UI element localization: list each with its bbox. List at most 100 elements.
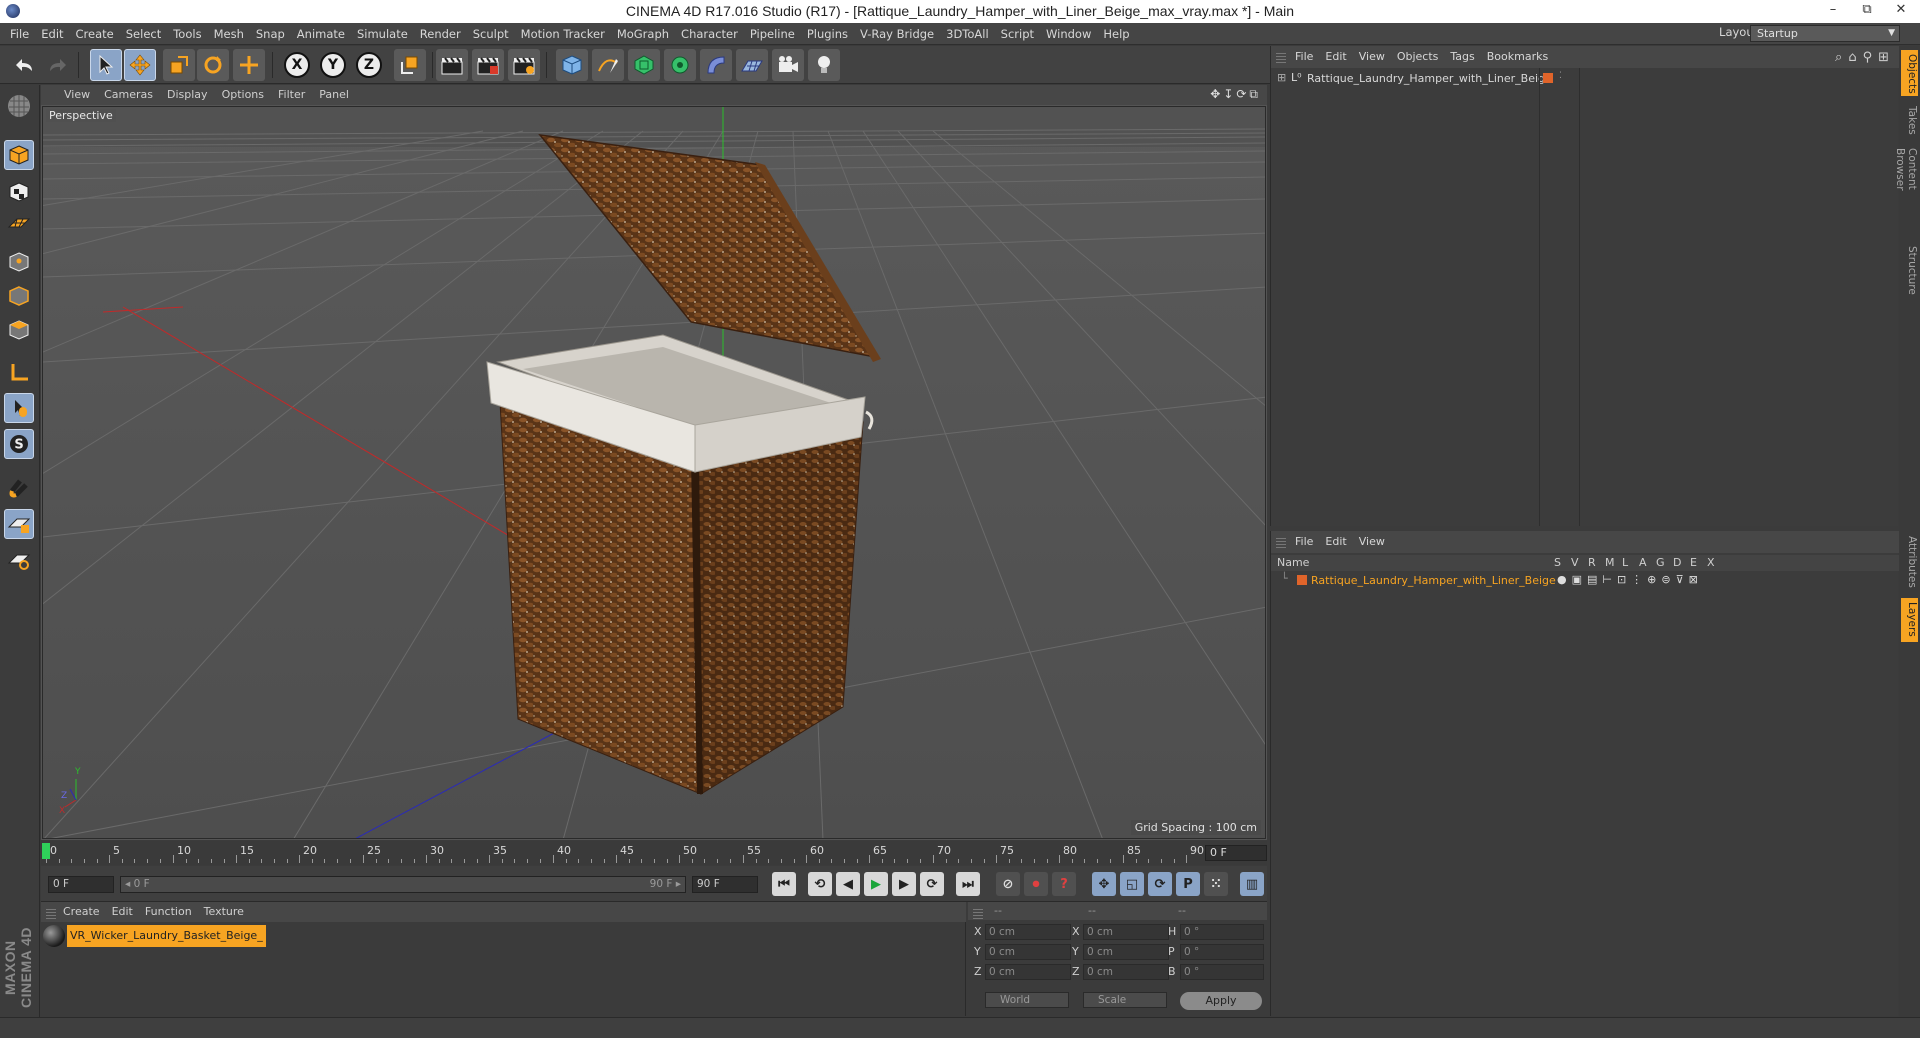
start-frame-field[interactable]: 0 F xyxy=(48,876,114,893)
tab-structure[interactable]: Structure xyxy=(1901,242,1918,298)
y-axis-lock-button[interactable]: Y xyxy=(320,52,346,78)
minimize-button[interactable]: – xyxy=(1816,0,1850,22)
menu-motion-tracker[interactable]: Motion Tracker xyxy=(515,23,611,45)
visibility-dots-icon[interactable]: ⁚ xyxy=(1559,71,1562,81)
size-z-field[interactable]: 0 cm xyxy=(1083,964,1169,980)
tab-layers[interactable]: Layers xyxy=(1901,598,1918,642)
layer-row[interactable]: └ Rattique_Laundry_Hamper_with_Liner_Bei… xyxy=(1271,572,1899,589)
viewport-menu-cameras[interactable]: Cameras xyxy=(97,85,160,105)
rot-h-field[interactable]: 0 ° xyxy=(1180,924,1264,940)
workplane-align-button[interactable] xyxy=(4,545,34,575)
panel-grip-icon[interactable] xyxy=(1276,536,1286,548)
menu-simulate[interactable]: Simulate xyxy=(351,23,414,45)
pos-z-field[interactable]: 0 cm xyxy=(985,964,1071,980)
camera-button[interactable] xyxy=(772,49,804,81)
pos-x-field[interactable]: 0 cm xyxy=(985,924,1071,940)
material-menu-create[interactable]: Create xyxy=(57,902,106,922)
key-rotation-button[interactable]: ⟳ xyxy=(1148,872,1172,896)
previous-key-button[interactable]: ⟲ xyxy=(808,872,832,896)
go-to-start-button[interactable]: ⏮ xyxy=(772,872,796,896)
magnet-tool-button[interactable] xyxy=(4,473,34,503)
x-axis-lock-button[interactable]: X xyxy=(284,52,310,78)
maximize-button[interactable]: ⧉ xyxy=(1850,0,1884,22)
floor-scene-button[interactable] xyxy=(736,49,768,81)
timeline-window-button[interactable]: ▥ xyxy=(1240,872,1264,896)
key-parameter-button[interactable]: P xyxy=(1176,872,1200,896)
viewport-navigation-icons[interactable]: ✥↧⟳⧉ xyxy=(1210,87,1261,102)
rot-p-field[interactable]: 0 ° xyxy=(1180,944,1264,960)
panel-grip-icon[interactable] xyxy=(973,907,983,919)
panel-grip-icon[interactable] xyxy=(1276,51,1286,63)
size-y-field[interactable]: 0 cm xyxy=(1083,944,1169,960)
workplane-lock-button[interactable] xyxy=(4,509,34,539)
menu-mograph[interactable]: MoGraph xyxy=(611,23,675,45)
objects-menu-file[interactable]: File xyxy=(1289,46,1319,68)
viewport-menu-options[interactable]: Options xyxy=(215,85,271,105)
menu-script[interactable]: Script xyxy=(995,23,1040,45)
scale-tool-button[interactable] xyxy=(163,49,195,81)
timeline-ruler[interactable]: 0 5 10 15 20 25 30 35 40 45 50 55 60 65 70 75 80 85 90 0 F xyxy=(41,841,1267,865)
menu-tools[interactable]: Tools xyxy=(167,23,207,45)
make-editable-button[interactable] xyxy=(4,91,34,121)
menu-sculpt[interactable]: Sculpt xyxy=(467,23,515,45)
object-row[interactable]: ⊞ L⁰ Rattique_Laundry_Hamper_with_Liner_… xyxy=(1271,70,1899,88)
rotate-tool-button[interactable] xyxy=(197,49,229,81)
menu-create[interactable]: Create xyxy=(70,23,120,45)
objects-menu-tags[interactable]: Tags xyxy=(1444,46,1480,68)
tab-takes[interactable]: Takes xyxy=(1901,102,1918,138)
polygons-mode-button[interactable] xyxy=(4,315,34,345)
menu-mesh[interactable]: Mesh xyxy=(208,23,250,45)
autokeying-button[interactable]: ? xyxy=(1052,872,1076,896)
material-menu-function[interactable]: Function xyxy=(139,902,198,922)
objects-menu-bookmarks[interactable]: Bookmarks xyxy=(1481,46,1554,68)
current-frame-field[interactable]: 0 F xyxy=(1205,845,1267,861)
layer-color-swatch[interactable] xyxy=(1297,575,1307,585)
axis-mode-button[interactable] xyxy=(4,357,34,387)
undo-button[interactable] xyxy=(8,49,40,81)
menu-select[interactable]: Select xyxy=(120,23,167,45)
end-frame-field[interactable]: 90 F xyxy=(692,876,758,893)
menu-help[interactable]: Help xyxy=(1097,23,1135,45)
menu-animate[interactable]: Animate xyxy=(291,23,351,45)
menu-pipeline[interactable]: Pipeline xyxy=(744,23,801,45)
menu-window[interactable]: Window xyxy=(1040,23,1097,45)
next-frame-button[interactable]: ▶ xyxy=(892,872,916,896)
viewport-menu-view[interactable]: View xyxy=(57,85,97,105)
timeline-playhead[interactable] xyxy=(42,843,50,859)
texture-mode-button[interactable] xyxy=(4,177,34,207)
workplane-mode-button[interactable] xyxy=(4,209,34,239)
render-view-button[interactable] xyxy=(436,49,468,81)
objects-menu-view[interactable]: View xyxy=(1353,46,1391,68)
edges-mode-button[interactable] xyxy=(4,281,34,311)
move-tool-button[interactable] xyxy=(124,49,156,81)
coordinate-space-dropdown[interactable]: World xyxy=(985,992,1069,1008)
tab-attributes[interactable]: Attributes xyxy=(1901,532,1918,594)
tweak-mode-button[interactable] xyxy=(4,393,34,423)
menu-vray-bridge[interactable]: V-Ray Bridge xyxy=(854,23,940,45)
deformer-button[interactable] xyxy=(700,49,732,81)
subdivision-surface-button[interactable] xyxy=(628,49,660,81)
live-selection-button[interactable] xyxy=(90,49,122,81)
object-layer-swatch[interactable] xyxy=(1543,73,1553,83)
coordinate-system-button[interactable] xyxy=(394,49,426,81)
tab-content-browser[interactable]: Content Browser xyxy=(1894,144,1918,236)
key-position-button[interactable]: ✥ xyxy=(1092,872,1116,896)
menu-character[interactable]: Character xyxy=(675,23,744,45)
viewport-canvas[interactable]: Y X Z Perspective Grid Spacing : 100 cm xyxy=(42,106,1266,839)
layers-menu-view[interactable]: View xyxy=(1353,531,1391,553)
object-manager-search-home-icons[interactable]: ⌕⌂⚲⊞ xyxy=(1835,50,1895,65)
objects-menu-edit[interactable]: Edit xyxy=(1319,46,1352,68)
menu-3dtoall[interactable]: 3DToAll xyxy=(940,23,995,45)
expand-icon[interactable]: ⊞ xyxy=(1277,71,1286,84)
menu-snap[interactable]: Snap xyxy=(250,23,291,45)
play-button[interactable]: ▶ xyxy=(864,872,888,896)
key-point-level-button[interactable]: ⁙ xyxy=(1204,872,1228,896)
points-mode-button[interactable] xyxy=(4,247,34,277)
layout-dropdown[interactable]: Startup ▼ xyxy=(1750,25,1900,42)
pos-y-field[interactable]: 0 cm xyxy=(985,944,1071,960)
render-settings-button[interactable] xyxy=(508,49,540,81)
transform-tool-button[interactable] xyxy=(233,49,265,81)
objects-menu-objects[interactable]: Objects xyxy=(1391,46,1445,68)
material-menu-texture[interactable]: Texture xyxy=(198,902,250,922)
viewport-menu-panel[interactable]: Panel xyxy=(312,85,356,105)
